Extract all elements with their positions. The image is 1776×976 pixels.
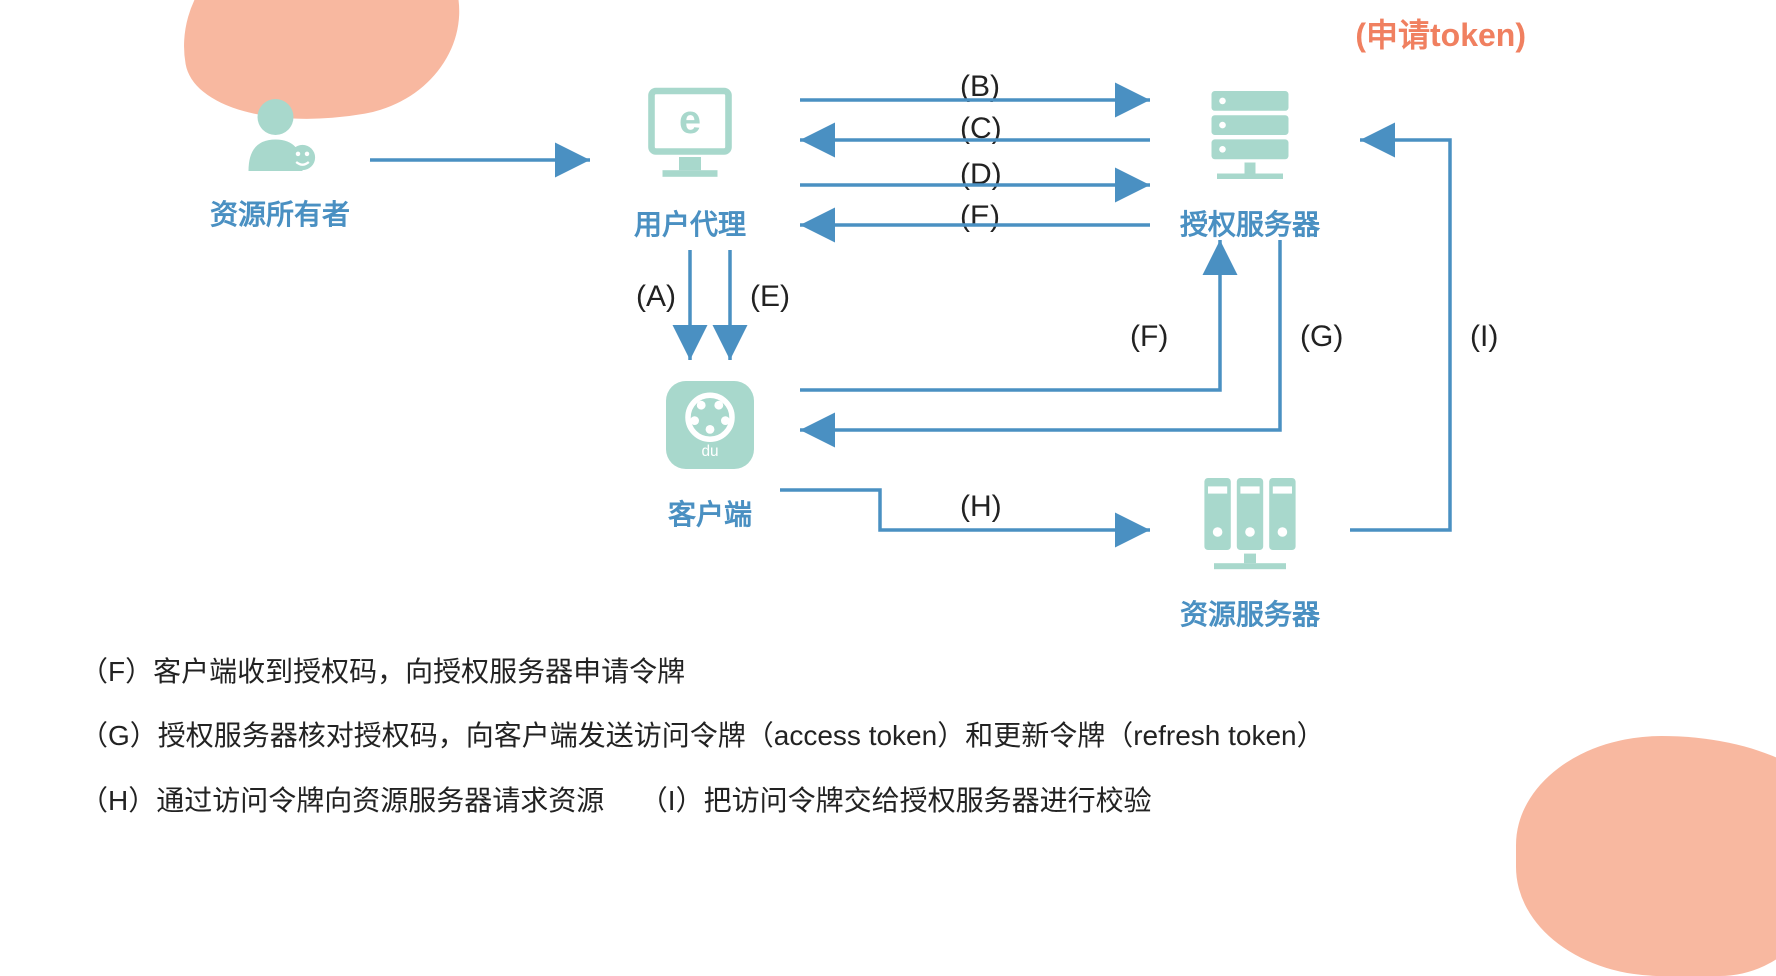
- node-resource-server: 资源服务器: [1160, 460, 1340, 633]
- edge-label-b: (B): [960, 70, 1000, 104]
- node-resource-label: 资源服务器: [1160, 593, 1340, 633]
- edge-label-e: (E): [960, 200, 1000, 234]
- oauth-flow-diagram: (A) (E) (B) (C) (D) (E) (F) (G) (H) (I) …: [0, 0, 1776, 856]
- node-resource-owner: 资源所有者: [200, 90, 360, 233]
- node-auth-label: 授权服务器: [1160, 203, 1340, 243]
- edge-label-f: (F): [1130, 320, 1168, 354]
- edge-label-a: (A): [636, 280, 676, 314]
- storage-icon: [1190, 460, 1310, 580]
- node-owner-label: 资源所有者: [200, 193, 360, 233]
- svg-text:du: du: [701, 443, 718, 460]
- edge-label-c: (C): [960, 112, 1002, 146]
- edge-label-h: (H): [960, 490, 1002, 524]
- edge-label-e2: (E): [750, 280, 790, 314]
- server-icon: [1195, 80, 1305, 190]
- svg-text:e: e: [679, 98, 701, 142]
- app-icon: du: [655, 370, 765, 480]
- node-agent-label: 用户代理: [600, 203, 780, 243]
- edge-label-i: (I): [1470, 320, 1498, 354]
- node-user-agent: e 用户代理: [600, 80, 780, 243]
- user-icon: [235, 90, 325, 180]
- node-auth-server: 授权服务器: [1160, 80, 1340, 243]
- edge-label-d: (D): [960, 158, 1002, 192]
- node-client: du 客户端: [640, 370, 780, 533]
- edge-label-g: (G): [1300, 320, 1343, 354]
- browser-icon: e: [635, 80, 745, 190]
- node-client-label: 客户端: [640, 493, 780, 533]
